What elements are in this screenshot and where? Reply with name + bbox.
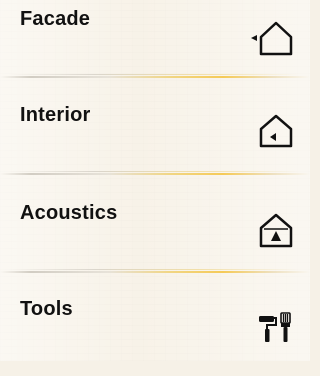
house-acoustics-icon (232, 208, 296, 256)
menu-item-interior[interactable]: Interior (0, 96, 310, 182)
menu-item-label: Acoustics (20, 202, 118, 224)
menu-item-label: Facade (20, 8, 91, 30)
category-menu: Facade Interior Acoustics Tools (0, 0, 310, 361)
tools-paint-roller-brush-icon (232, 304, 296, 352)
menu-item-facade[interactable]: Facade (0, 0, 310, 86)
menu-item-tools[interactable]: Tools (0, 290, 310, 376)
menu-item-label: Interior (20, 104, 91, 126)
menu-item-label: Tools (20, 298, 73, 320)
house-outline-arrow-icon (232, 14, 296, 62)
menu-item-acoustics[interactable]: Acoustics (0, 194, 310, 280)
house-interior-icon (232, 110, 296, 158)
